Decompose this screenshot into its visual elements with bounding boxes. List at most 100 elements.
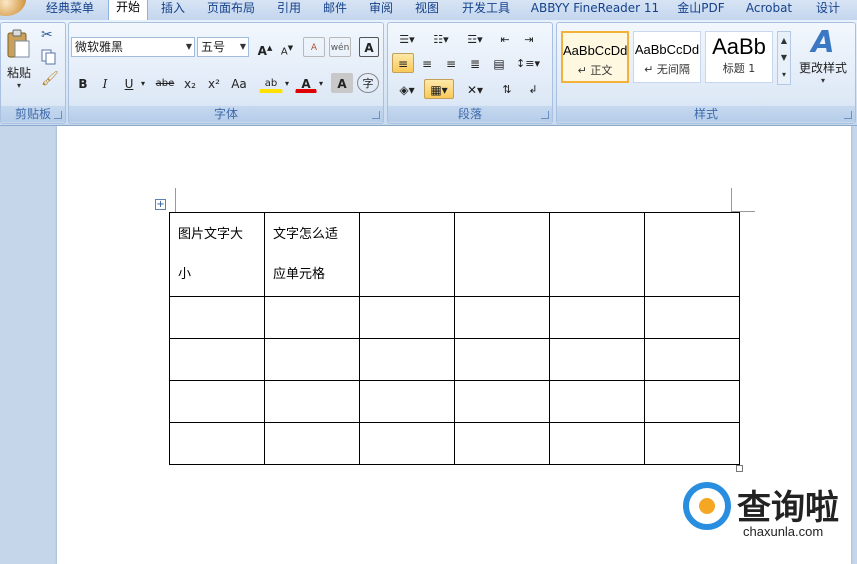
borders-button[interactable]: ▦▾ bbox=[424, 79, 454, 99]
table-cell[interactable] bbox=[169, 380, 265, 423]
table-cell[interactable] bbox=[644, 212, 740, 297]
bold-button[interactable]: B bbox=[73, 73, 93, 93]
align-right-button[interactable]: ≡ bbox=[440, 53, 462, 73]
table-cell[interactable] bbox=[359, 296, 455, 339]
table-cell[interactable] bbox=[549, 338, 645, 381]
chinese-layout-button[interactable]: ✕▾ bbox=[460, 79, 490, 99]
align-center-button[interactable]: ≡ bbox=[416, 53, 438, 73]
table-cell[interactable] bbox=[264, 380, 360, 423]
tab-kingsoft-pdf[interactable]: 金山PDF bbox=[672, 0, 730, 20]
table-cell[interactable] bbox=[264, 296, 360, 339]
table-cell[interactable] bbox=[644, 380, 740, 423]
styles-scroll[interactable]: ▲ ▼ ▾ bbox=[777, 31, 791, 85]
table-cell[interactable] bbox=[549, 296, 645, 339]
tab-insert[interactable]: 插入 bbox=[154, 0, 192, 20]
table-cell[interactable] bbox=[169, 296, 265, 339]
paste-button[interactable]: 粘贴 ▾ bbox=[5, 29, 33, 90]
show-marks-button[interactable]: ↲ bbox=[522, 79, 544, 99]
shading-button[interactable]: ◈▾ bbox=[392, 79, 422, 99]
table-cell[interactable] bbox=[454, 212, 550, 297]
tab-references[interactable]: 引用 bbox=[270, 0, 308, 20]
table-cell[interactable] bbox=[454, 296, 550, 339]
tab-page-layout[interactable]: 页面布局 bbox=[200, 0, 262, 20]
table-cell[interactable] bbox=[549, 212, 645, 297]
bullets-button[interactable]: ☰▾ bbox=[392, 29, 422, 49]
tab-design[interactable]: 设计 bbox=[808, 0, 848, 20]
decrease-indent-button[interactable]: ⇤ bbox=[494, 29, 516, 49]
highlight-button[interactable]: ab bbox=[259, 73, 283, 93]
chevron-down-icon[interactable]: ▼ bbox=[186, 38, 192, 56]
subscript-button[interactable]: x₂ bbox=[179, 73, 201, 93]
table-cell[interactable] bbox=[169, 338, 265, 381]
table-cell[interactable] bbox=[644, 422, 740, 465]
numbering-button[interactable]: ☷▾ bbox=[426, 29, 456, 49]
style-no-spacing[interactable]: AaBbCcDd ↵ 无间隔 bbox=[633, 31, 701, 83]
table-cell[interactable] bbox=[359, 422, 455, 465]
char-shading-button[interactable]: A bbox=[331, 73, 353, 93]
sort-button[interactable]: ⇅ bbox=[496, 79, 518, 99]
strikethrough-button[interactable]: abe bbox=[153, 73, 177, 93]
style-normal[interactable]: AaBbCcDd ↵ 正文 bbox=[561, 31, 629, 83]
tab-developer[interactable]: 开发工具 bbox=[454, 0, 518, 20]
italic-button[interactable]: I bbox=[95, 73, 115, 93]
font-launcher-icon[interactable] bbox=[372, 111, 380, 119]
format-painter-icon[interactable]: 🖌 bbox=[41, 71, 59, 89]
enclose-char-button[interactable]: 字 bbox=[357, 73, 379, 93]
justify-button[interactable]: ≣ bbox=[464, 53, 486, 73]
table-cell[interactable] bbox=[264, 338, 360, 381]
tab-acrobat[interactable]: Acrobat bbox=[738, 0, 800, 20]
table-cell[interactable] bbox=[264, 422, 360, 465]
table-cell[interactable] bbox=[359, 338, 455, 381]
styles-launcher-icon[interactable] bbox=[844, 111, 852, 119]
cut-icon[interactable]: ✂ bbox=[41, 27, 59, 45]
paragraph-launcher-icon[interactable] bbox=[541, 111, 549, 119]
change-styles-icon: A bbox=[811, 25, 835, 60]
tab-mailings[interactable]: 邮件 bbox=[316, 0, 354, 20]
table-cell[interactable]: 图片文字大 小 bbox=[169, 212, 265, 297]
font-name-combo[interactable]: 微软雅黑 ▼ bbox=[71, 37, 195, 57]
multilevel-list-button[interactable]: ☲▾ bbox=[460, 29, 490, 49]
change-styles-button[interactable]: A 更改样式 ▾ bbox=[795, 27, 851, 95]
table-cell[interactable] bbox=[454, 338, 550, 381]
tab-review[interactable]: 审阅 bbox=[362, 0, 400, 20]
change-case-button[interactable]: Aa bbox=[227, 73, 251, 93]
table-move-handle-icon[interactable]: + bbox=[155, 199, 166, 210]
clipboard-launcher-icon[interactable] bbox=[54, 111, 62, 119]
style-heading-1[interactable]: AaBb 标题 1 bbox=[705, 31, 773, 83]
office-button[interactable] bbox=[0, 0, 26, 16]
superscript-button[interactable]: x² bbox=[203, 73, 225, 93]
table-cell[interactable] bbox=[644, 296, 740, 339]
copy-icon[interactable] bbox=[41, 49, 59, 67]
distributed-button[interactable]: ▤ bbox=[488, 53, 510, 73]
chevron-down-icon[interactable]: ▾ bbox=[283, 73, 291, 93]
font-size-combo[interactable]: 五号 ▼ bbox=[197, 37, 249, 57]
chevron-down-icon[interactable]: ▾ bbox=[139, 73, 147, 93]
table-cell[interactable] bbox=[549, 380, 645, 423]
tab-view[interactable]: 视图 bbox=[408, 0, 446, 20]
table-cell[interactable] bbox=[454, 380, 550, 423]
tab-abbyy[interactable]: ABBYY FineReader 11 bbox=[526, 0, 664, 20]
clear-format-button[interactable]: A bbox=[303, 37, 325, 57]
ribbon-tab-strip: 经典菜单 开始 插入 页面布局 引用 邮件 审阅 视图 开发工具 ABBYY F… bbox=[0, 0, 857, 21]
chevron-down-icon[interactable]: ▼ bbox=[240, 38, 246, 56]
underline-button[interactable]: U bbox=[119, 73, 139, 93]
table-cell[interactable]: 文字怎么适 应单元格 bbox=[264, 212, 360, 297]
tab-home[interactable]: 开始 bbox=[108, 0, 148, 21]
char-border-button[interactable]: A bbox=[359, 37, 379, 57]
table-cell[interactable] bbox=[359, 380, 455, 423]
grow-font-button[interactable]: A▲ bbox=[255, 37, 275, 58]
align-left-button[interactable]: ≡ bbox=[392, 53, 414, 73]
table-resize-handle-icon[interactable] bbox=[736, 465, 743, 472]
tab-classic-menu[interactable]: 经典菜单 bbox=[40, 0, 100, 20]
increase-indent-button[interactable]: ⇥ bbox=[518, 29, 540, 49]
font-color-button[interactable]: A bbox=[295, 73, 317, 93]
shrink-font-button[interactable]: A▼ bbox=[277, 37, 297, 57]
table-cell[interactable] bbox=[454, 422, 550, 465]
chevron-down-icon[interactable]: ▾ bbox=[317, 73, 325, 93]
phonetic-guide-button[interactable]: wén bbox=[329, 37, 351, 57]
table-cell[interactable] bbox=[549, 422, 645, 465]
table-cell[interactable] bbox=[169, 422, 265, 465]
table-cell[interactable] bbox=[644, 338, 740, 381]
line-spacing-button[interactable]: ↕≡▾ bbox=[512, 53, 544, 73]
table-cell[interactable] bbox=[359, 212, 455, 297]
